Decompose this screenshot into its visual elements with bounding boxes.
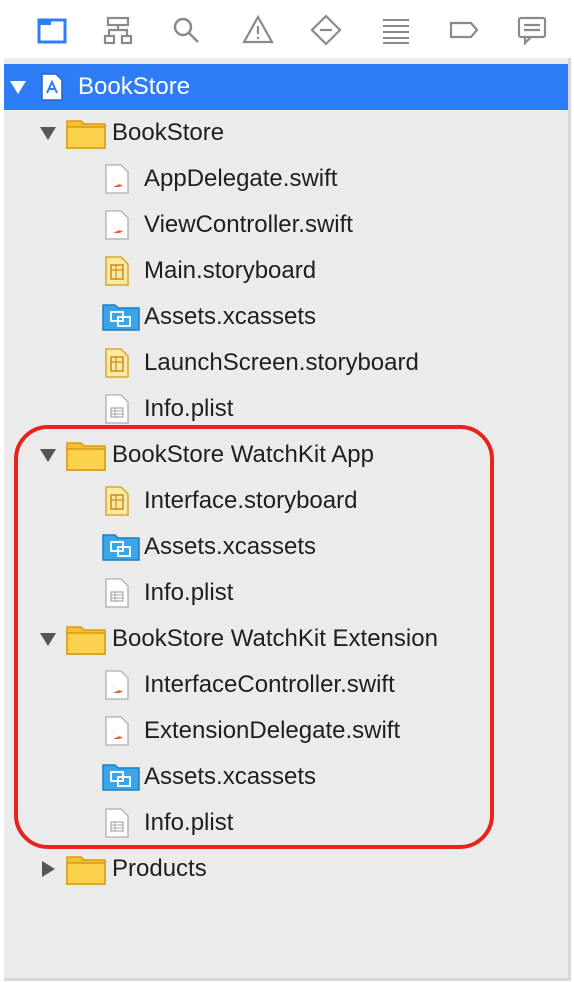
- swift-file-icon: [104, 670, 130, 700]
- disclosure-triangle-collapsed-icon[interactable]: [38, 859, 58, 879]
- file-label: LaunchScreen.storyboard: [144, 349, 419, 376]
- file-row-assets[interactable]: Assets.xcassets: [4, 524, 568, 570]
- folder-icon: [66, 439, 106, 471]
- file-row-info-plist[interactable]: Info.plist: [4, 386, 568, 432]
- folder-navigator-icon[interactable]: [34, 12, 70, 48]
- navigator-toolbar: [0, 0, 574, 58]
- file-row-launchscreen[interactable]: LaunchScreen.storyboard: [4, 340, 568, 386]
- file-label: Assets.xcassets: [144, 533, 317, 560]
- project-row-bookstore[interactable]: BookStore: [4, 64, 568, 110]
- file-label: Info.plist: [144, 395, 234, 422]
- group-label: BookStore WatchKit App: [112, 441, 374, 468]
- list-icon[interactable]: [378, 12, 414, 48]
- group-label: Products: [112, 855, 207, 882]
- project-label: BookStore: [78, 73, 191, 100]
- asset-catalog-icon: [102, 533, 140, 561]
- group-label: BookStore: [112, 119, 225, 146]
- folder-icon: [66, 117, 106, 149]
- plist-file-icon: [104, 578, 130, 608]
- asset-catalog-icon: [102, 763, 140, 791]
- plist-file-icon: [104, 394, 130, 424]
- search-icon[interactable]: [168, 12, 204, 48]
- file-row-info-plist[interactable]: Info.plist: [4, 800, 568, 846]
- swift-file-icon: [104, 210, 130, 240]
- file-label: InterfaceController.swift: [144, 671, 395, 698]
- file-label: Info.plist: [144, 579, 234, 606]
- file-label: Assets.xcassets: [144, 303, 317, 330]
- file-row-viewcontroller[interactable]: ViewController.swift: [4, 202, 568, 248]
- warning-icon[interactable]: [240, 12, 276, 48]
- disclosure-triangle-expanded-icon[interactable]: [38, 629, 58, 649]
- file-label: Main.storyboard: [144, 257, 317, 284]
- diamond-test-icon[interactable]: [308, 12, 344, 48]
- file-row-interface-storyboard[interactable]: Interface.storyboard: [4, 478, 568, 524]
- comment-icon[interactable]: [514, 12, 550, 48]
- asset-catalog-icon: [102, 303, 140, 331]
- folder-icon: [66, 853, 106, 885]
- swift-file-icon: [104, 164, 130, 194]
- storyboard-file-icon: [104, 348, 130, 378]
- folder-icon: [66, 623, 106, 655]
- disclosure-triangle-expanded-icon[interactable]: [38, 123, 58, 143]
- file-row-info-plist[interactable]: Info.plist: [4, 570, 568, 616]
- file-row-appdelegate[interactable]: AppDelegate.swift: [4, 156, 568, 202]
- swift-file-icon: [104, 716, 130, 746]
- file-row-assets[interactable]: Assets.xcassets: [4, 294, 568, 340]
- disclosure-triangle-expanded-icon[interactable]: [8, 77, 28, 97]
- file-row-main-storyboard[interactable]: Main.storyboard: [4, 248, 568, 294]
- file-row-assets[interactable]: Assets.xcassets: [4, 754, 568, 800]
- file-row-interfacecontroller[interactable]: InterfaceController.swift: [4, 662, 568, 708]
- file-label: ExtensionDelegate.swift: [144, 717, 401, 744]
- breakpoint-tag-icon[interactable]: [446, 12, 482, 48]
- file-label: ViewController.swift: [144, 211, 353, 238]
- group-label: BookStore WatchKit Extension: [112, 625, 438, 652]
- group-row-products[interactable]: Products: [4, 846, 568, 892]
- file-row-extensiondelegate[interactable]: ExtensionDelegate.swift: [4, 708, 568, 754]
- plist-file-icon: [104, 808, 130, 838]
- group-row-watchkit-app[interactable]: BookStore WatchKit App: [4, 432, 568, 478]
- group-row-watchkit-extension[interactable]: BookStore WatchKit Extension: [4, 616, 568, 662]
- file-label: Assets.xcassets: [144, 763, 317, 790]
- storyboard-file-icon: [104, 256, 130, 286]
- group-row-bookstore[interactable]: BookStore: [4, 110, 568, 156]
- file-label: Info.plist: [144, 809, 234, 836]
- storyboard-file-icon: [104, 486, 130, 516]
- file-label: Interface.storyboard: [144, 487, 358, 514]
- disclosure-triangle-expanded-icon[interactable]: [38, 445, 58, 465]
- hierarchy-icon[interactable]: [100, 12, 136, 48]
- xcode-project-icon: [40, 73, 64, 101]
- file-label: AppDelegate.swift: [144, 165, 338, 192]
